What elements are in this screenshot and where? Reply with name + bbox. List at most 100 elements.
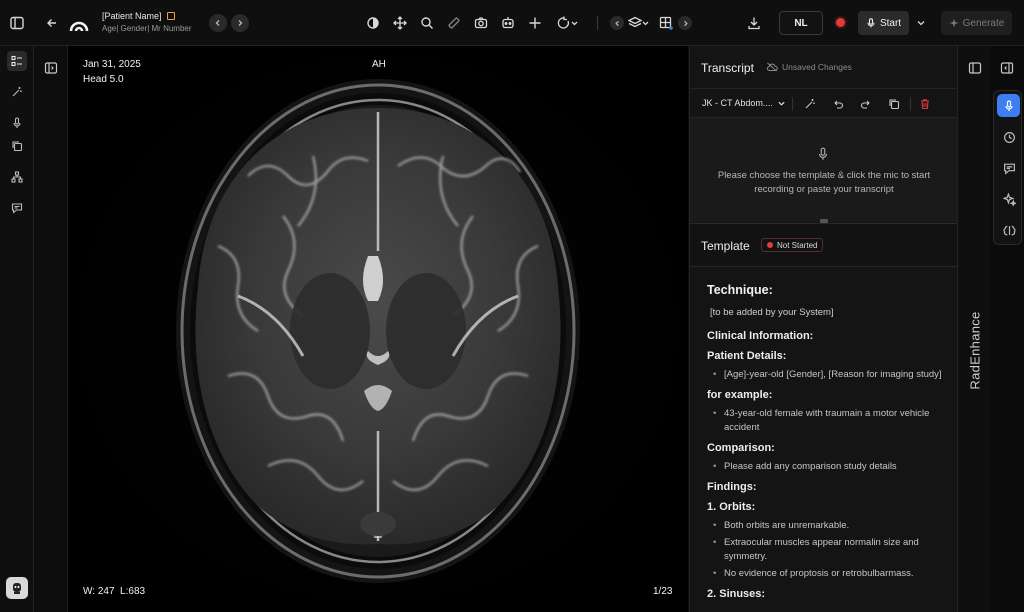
brain-icon[interactable]: [1000, 221, 1018, 239]
microphone-icon: [866, 18, 876, 28]
generate-button-label: Generate: [962, 17, 1005, 29]
image-viewer[interactable]: Jan 31, 2025 Head 5.0 AH W: 247 L:683 1/…: [68, 46, 688, 612]
pan-move-icon[interactable]: [388, 11, 412, 35]
patient-name[interactable]: [Patient Name]: [102, 11, 175, 21]
top-toolbar: [Patient Name] Age| Gender| Mr Number NL…: [0, 0, 1024, 46]
orbits-heading: 1. Orbits:: [707, 501, 756, 513]
layers-dropdown-icon[interactable]: [626, 11, 652, 35]
collapsed-side-panel: RadEnhance: [957, 46, 991, 612]
example-heading: for example:: [707, 389, 773, 401]
window-level: W: 247 L:683: [83, 586, 146, 597]
transcript-placeholder: Please choose the template & click the m…: [717, 170, 931, 195]
patient-flag-icon: [166, 12, 175, 20]
zoom-icon[interactable]: [415, 11, 439, 35]
history-icon[interactable]: [1000, 128, 1018, 146]
start-recording-button[interactable]: Start: [858, 11, 909, 35]
sparkle-icon[interactable]: [1000, 190, 1018, 208]
sparkle-icon: [949, 18, 959, 28]
microphone-icon[interactable]: [7, 113, 27, 133]
status-dot: [767, 242, 773, 248]
list-item: Extraocular muscles appear normalin size…: [713, 536, 944, 564]
chat-icon[interactable]: [1000, 159, 1018, 177]
right-tool-rail: [991, 46, 1024, 612]
study-date: Jan 31, 2025: [83, 59, 141, 70]
chat-icon[interactable]: [7, 198, 27, 218]
series-panel-strip: [34, 46, 68, 612]
patient-name-text: [Patient Name]: [102, 11, 162, 21]
template-title: Template: [701, 239, 750, 253]
copy-icon[interactable]: [7, 136, 27, 156]
avatar[interactable]: [6, 577, 28, 599]
status-badge: Not Started: [761, 238, 824, 252]
logo-icon: [67, 11, 91, 35]
transcript-input-area[interactable]: Please choose the template & click the m…: [690, 118, 958, 222]
example-list: 43-year-old female with traumain a motor…: [713, 407, 944, 435]
redo-icon[interactable]: [858, 96, 874, 112]
list-item: [Age]-year-old [Gender], [Reason for ima…: [713, 368, 944, 382]
back-arrow-icon[interactable]: [40, 11, 64, 35]
camera-icon[interactable]: [469, 11, 493, 35]
worklist-icon[interactable]: [7, 51, 27, 71]
left-navigation-rail: [0, 46, 34, 612]
sinuses-heading: 2. Sinuses:: [707, 588, 766, 600]
orientation-marker: AH: [372, 59, 386, 70]
list-item: Both orbits are unremarkable.: [713, 519, 944, 533]
toolbar-divider: [597, 16, 598, 30]
save-status: Unsaved Changes: [766, 62, 852, 72]
copy-icon[interactable]: [886, 96, 902, 112]
trash-icon[interactable]: [917, 96, 933, 112]
save-status-text: Unsaved Changes: [782, 62, 852, 72]
expand-panel-icon[interactable]: [41, 58, 61, 78]
next-series-button[interactable]: [678, 16, 692, 30]
transcript-title: Transcript: [701, 61, 754, 75]
chevron-down-icon[interactable]: [909, 11, 933, 35]
template-selector-value: JK - CT Abdom....: [702, 98, 773, 108]
language-button[interactable]: NL: [779, 11, 823, 35]
orbits-list: Both orbits are unremarkable. Extraocula…: [713, 519, 944, 581]
hierarchy-icon[interactable]: [7, 167, 27, 187]
magic-wand-icon[interactable]: [802, 96, 818, 112]
collapse-panel-icon[interactable]: [997, 58, 1017, 78]
template-selector[interactable]: JK - CT Abdom....: [702, 98, 786, 108]
findings-heading: Findings:: [707, 481, 757, 493]
toolbar-divider: [910, 97, 911, 111]
assistant-tools: [993, 90, 1022, 245]
generate-button[interactable]: Generate: [941, 11, 1012, 35]
toolbar-divider: [792, 97, 793, 111]
mri-scan-image[interactable]: [68, 46, 688, 612]
previous-series-button[interactable]: [610, 16, 624, 30]
cloud-off-icon: [766, 62, 778, 72]
microphone-icon[interactable]: [997, 94, 1020, 117]
next-study-button[interactable]: [231, 14, 249, 32]
comparison-list: Please add any comparison study details: [713, 460, 944, 474]
download-icon[interactable]: [742, 11, 766, 35]
patient-meta: Age| Gender| Mr Number: [102, 24, 192, 33]
sidebar-toggle-icon[interactable]: [5, 11, 29, 35]
plus-icon[interactable]: [523, 11, 547, 35]
brand-text: RadEnhance: [967, 310, 983, 390]
undo-icon[interactable]: [830, 96, 846, 112]
ai-assistant-icon[interactable]: [496, 11, 520, 35]
rotate-dropdown-icon[interactable]: [555, 11, 581, 35]
measure-ruler-icon[interactable]: [442, 11, 466, 35]
panel-toggle-icon[interactable]: [965, 58, 985, 78]
brand-label: RadEnhance: [961, 308, 989, 392]
technique-heading: Technique:: [707, 283, 773, 297]
recording-indicator: [836, 18, 845, 27]
patient-details-list: [Age]-year-old [Gender], [Reason for ima…: [713, 368, 944, 382]
microphone-icon[interactable]: [815, 146, 831, 162]
report-panel: Transcript Unsaved Changes JK - CT Abdom…: [689, 46, 958, 612]
template-document[interactable]: Technique: [to be added by your System] …: [690, 267, 958, 612]
patient-details-heading: Patient Details:: [707, 350, 787, 362]
series-label: Head 5.0: [83, 74, 124, 85]
transcript-toolbar: JK - CT Abdom....: [690, 88, 958, 118]
previous-study-button[interactable]: [209, 14, 227, 32]
comparison-heading: Comparison:: [707, 442, 775, 454]
list-item: 43-year-old female with traumain a motor…: [713, 407, 944, 435]
start-button-label: Start: [879, 17, 902, 29]
magic-wand-icon[interactable]: [7, 82, 27, 102]
list-item: Please add any comparison study details: [713, 460, 944, 474]
contrast-icon[interactable]: [361, 11, 385, 35]
status-badge-text: Not Started: [777, 240, 818, 250]
image-counter: 1/23: [653, 586, 673, 597]
